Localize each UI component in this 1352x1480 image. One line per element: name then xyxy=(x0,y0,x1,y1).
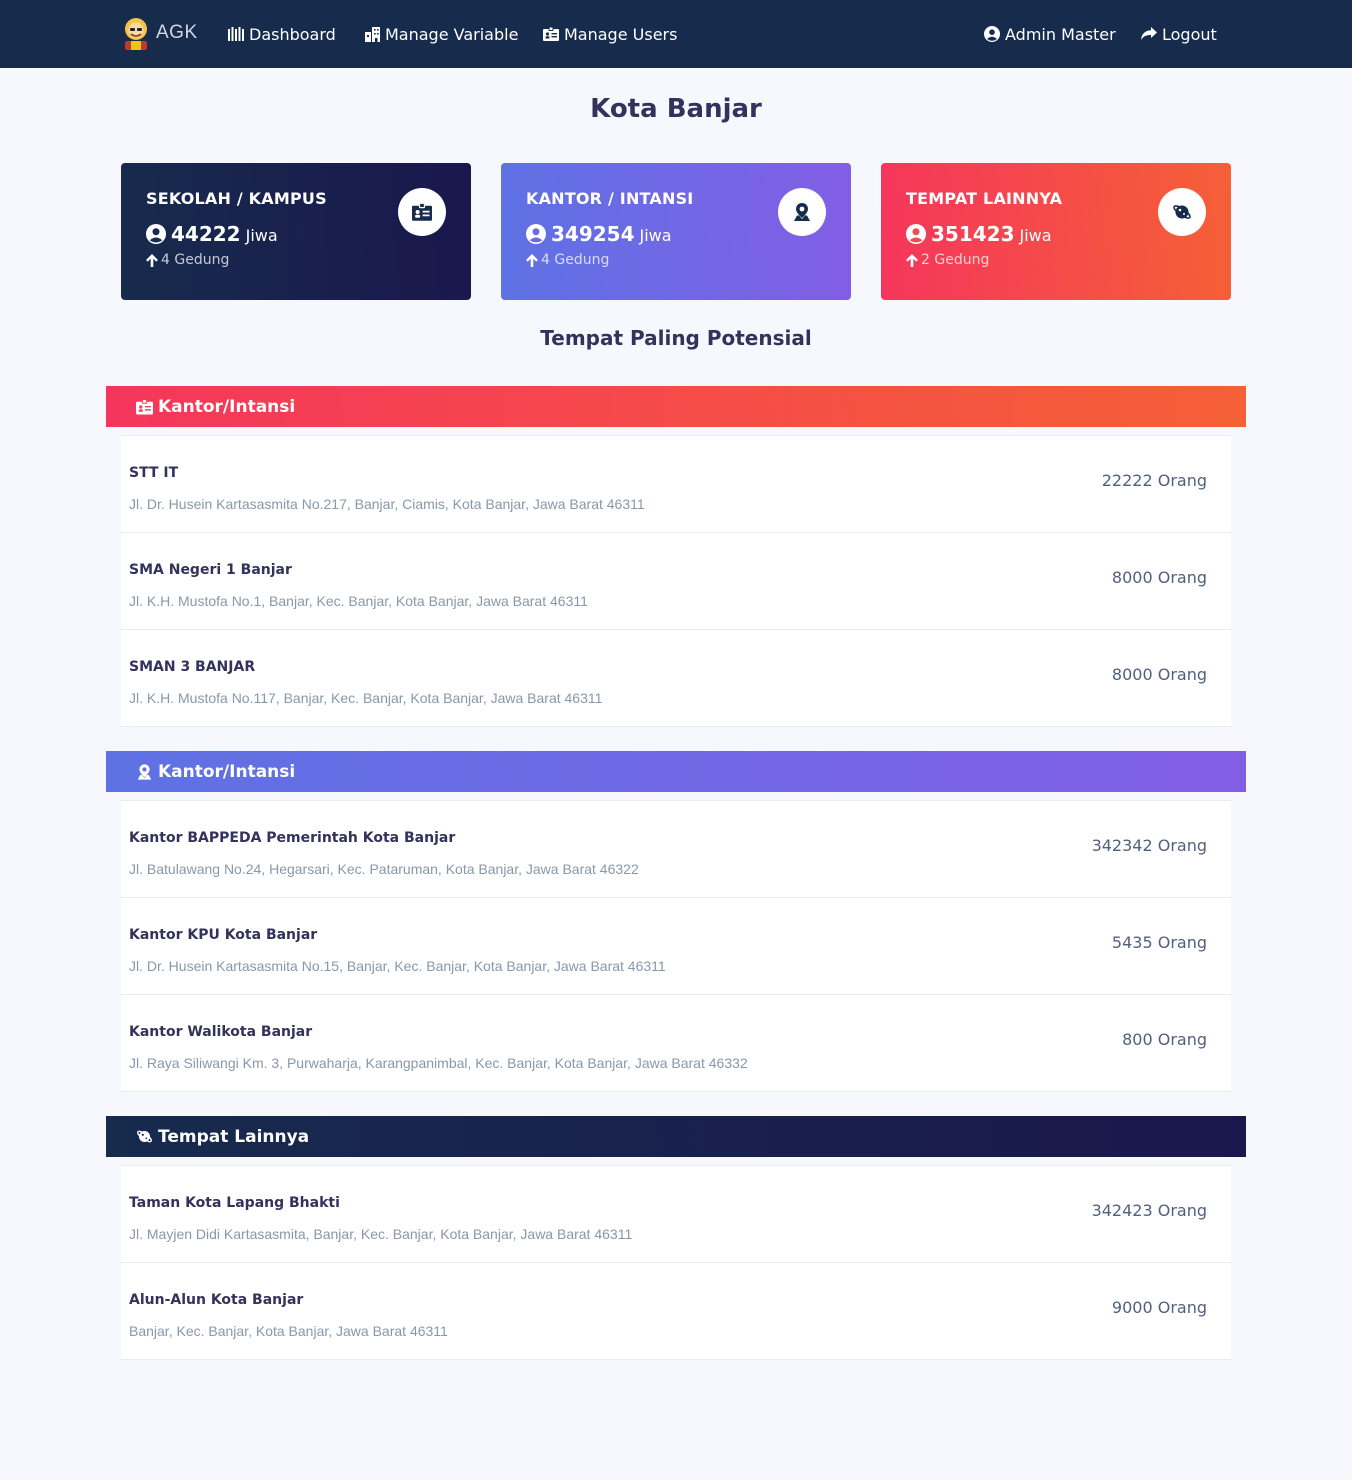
nav-manage-users[interactable]: Manage Users xyxy=(543,22,677,46)
group-title: Kantor/Intansi xyxy=(158,761,296,782)
stat-sub: 4 Gedung xyxy=(541,252,610,268)
list-item[interactable]: SMA Negeri 1 Banjar Jl. K.H. Mustofa No.… xyxy=(121,533,1231,630)
place-address: Jl. Dr. Husein Kartasasmita No.217, Banj… xyxy=(129,496,645,512)
place-address: Banjar, Kec. Banjar, Kota Banjar, Jawa B… xyxy=(129,1323,448,1339)
nav-dashboard-label: Dashboard xyxy=(249,24,336,44)
place-name: Kantor KPU Kota Banjar xyxy=(129,927,318,943)
place-count: 342423 Orang xyxy=(1091,1201,1207,1220)
stat-unit: Jiwa xyxy=(639,226,672,245)
building-icon xyxy=(365,26,380,42)
place-address: Jl. Raya Siliwangi Km. 3, Purwaharja, Ka… xyxy=(129,1055,748,1071)
stat-sub: 2 Gedung xyxy=(921,252,990,268)
brand-text: AGK xyxy=(156,22,198,43)
place-address: Jl. K.H. Mustofa No.1, Banjar, Kec. Banj… xyxy=(129,593,588,609)
place-name: SMA Negeri 1 Banjar xyxy=(129,562,292,578)
place-name: STT IT xyxy=(129,465,179,481)
badge-icon xyxy=(136,398,153,414)
user-circle-icon xyxy=(526,224,546,244)
place-address: Jl. Batulawang No.24, Hegarsari, Kec. Pa… xyxy=(129,861,639,877)
user-circle-icon xyxy=(984,26,1000,42)
stat-card-sekolah: SEKOLAH / KAMPUS 44222 Jiwa 4 Gedung xyxy=(121,163,471,300)
badge-icon xyxy=(543,27,559,41)
place-count: 9000 Orang xyxy=(1111,1298,1207,1317)
place-count: 800 Orang xyxy=(1122,1030,1207,1049)
list-item[interactable]: STT IT Jl. Dr. Husein Kartasasmita No.21… xyxy=(121,436,1231,533)
chart-bars-icon xyxy=(228,27,244,41)
place-count: 8000 Orang xyxy=(1111,568,1207,587)
brand-link[interactable]: AGK xyxy=(121,16,198,50)
planet-icon xyxy=(137,1130,152,1143)
place-name: Alun-Alun Kota Banjar xyxy=(129,1292,304,1308)
list-item[interactable]: Kantor Walikota Banjar Jl. Raya Siliwang… xyxy=(121,995,1231,1092)
list-item[interactable]: SMAN 3 BANJAR Jl. K.H. Mustofa No.117, B… xyxy=(121,630,1231,727)
stat-icon-circle xyxy=(398,188,446,236)
list-item[interactable]: Kantor KPU Kota Banjar Jl. Dr. Husein Ka… xyxy=(121,898,1231,995)
place-list: Taman Kota Lapang Bhakti Jl. Mayjen Didi… xyxy=(121,1165,1231,1360)
place-address: Jl. Dr. Husein Kartasasmita No.15, Banja… xyxy=(129,958,666,974)
stat-value: 349254 xyxy=(551,222,635,246)
nav-manage-variable[interactable]: Manage Variable xyxy=(365,22,518,46)
planet-icon xyxy=(1173,205,1191,219)
nav-manage-variable-label: Manage Variable xyxy=(385,24,519,44)
top-navbar: AGK Dashboard Manage Variable Manage Use… xyxy=(0,0,1352,68)
map-pin-icon xyxy=(794,203,810,221)
arrow-up-icon xyxy=(906,253,918,267)
stat-card-tempat-lainnya: TEMPAT LAINNYA 351423 Jiwa 2 Gedung xyxy=(881,163,1231,300)
stat-card-kantor: KANTOR / INTANSI 349254 Jiwa 4 Gedung xyxy=(501,163,851,300)
place-count: 342342 Orang xyxy=(1091,836,1207,855)
user-circle-icon xyxy=(146,224,166,244)
list-item[interactable]: Kantor BAPPEDA Pemerintah Kota Banjar Jl… xyxy=(121,801,1231,898)
stat-sub: 4 Gedung xyxy=(161,252,230,268)
nav-logout-label: Logout xyxy=(1162,24,1217,44)
stat-unit: Jiwa xyxy=(245,226,278,245)
place-count: 22222 Orang xyxy=(1101,471,1207,490)
stat-unit: Jiwa xyxy=(1019,226,1052,245)
group-title: Kantor/Intansi xyxy=(158,396,296,417)
place-name: Kantor Walikota Banjar xyxy=(129,1024,313,1040)
nav-manage-users-label: Manage Users xyxy=(564,24,678,44)
user-circle-icon xyxy=(906,224,926,244)
map-pin-icon xyxy=(137,763,152,780)
stat-value: 44222 xyxy=(171,222,241,246)
nav-user-profile[interactable]: Admin Master xyxy=(984,22,1116,46)
nav-logout[interactable]: Logout xyxy=(1141,22,1217,46)
group-header-kantor-intansi-2: Kantor/Intansi xyxy=(106,751,1246,792)
list-item[interactable]: Taman Kota Lapang Bhakti Jl. Mayjen Didi… xyxy=(121,1166,1231,1263)
list-item[interactable]: Alun-Alun Kota Banjar Banjar, Kec. Banja… xyxy=(121,1263,1231,1360)
brand-logo-icon xyxy=(121,16,151,50)
group-title: Tempat Lainnya xyxy=(158,1126,310,1147)
place-address: Jl. Mayjen Didi Kartasasmita, Banjar, Ke… xyxy=(129,1226,633,1242)
group-header-kantor-intansi-1: Kantor/Intansi xyxy=(106,386,1246,427)
page-title: Kota Banjar xyxy=(590,94,762,124)
place-name: SMAN 3 BANJAR xyxy=(129,659,256,675)
place-list: Kantor BAPPEDA Pemerintah Kota Banjar Jl… xyxy=(121,800,1231,1092)
stat-icon-circle xyxy=(1158,188,1206,236)
place-count: 5435 Orang xyxy=(1111,933,1207,952)
nav-user-label: Admin Master xyxy=(1005,24,1116,44)
arrow-up-icon xyxy=(146,253,158,267)
nav-dashboard[interactable]: Dashboard xyxy=(228,22,336,46)
stat-icon-circle xyxy=(778,188,826,236)
share-arrow-icon xyxy=(1141,27,1157,40)
arrow-up-icon xyxy=(526,253,538,267)
place-count: 8000 Orang xyxy=(1111,665,1207,684)
group-header-tempat-lainnya: Tempat Lainnya xyxy=(106,1116,1246,1157)
stat-value: 351423 xyxy=(931,222,1015,246)
place-address: Jl. K.H. Mustofa No.117, Banjar, Kec. Ba… xyxy=(129,690,603,706)
place-name: Kantor BAPPEDA Pemerintah Kota Banjar xyxy=(129,830,456,846)
place-name: Taman Kota Lapang Bhakti xyxy=(129,1195,340,1211)
section-heading: Tempat Paling Potensial xyxy=(540,326,812,350)
place-list: STT IT Jl. Dr. Husein Kartasasmita No.21… xyxy=(121,435,1231,727)
badge-icon xyxy=(412,203,432,221)
